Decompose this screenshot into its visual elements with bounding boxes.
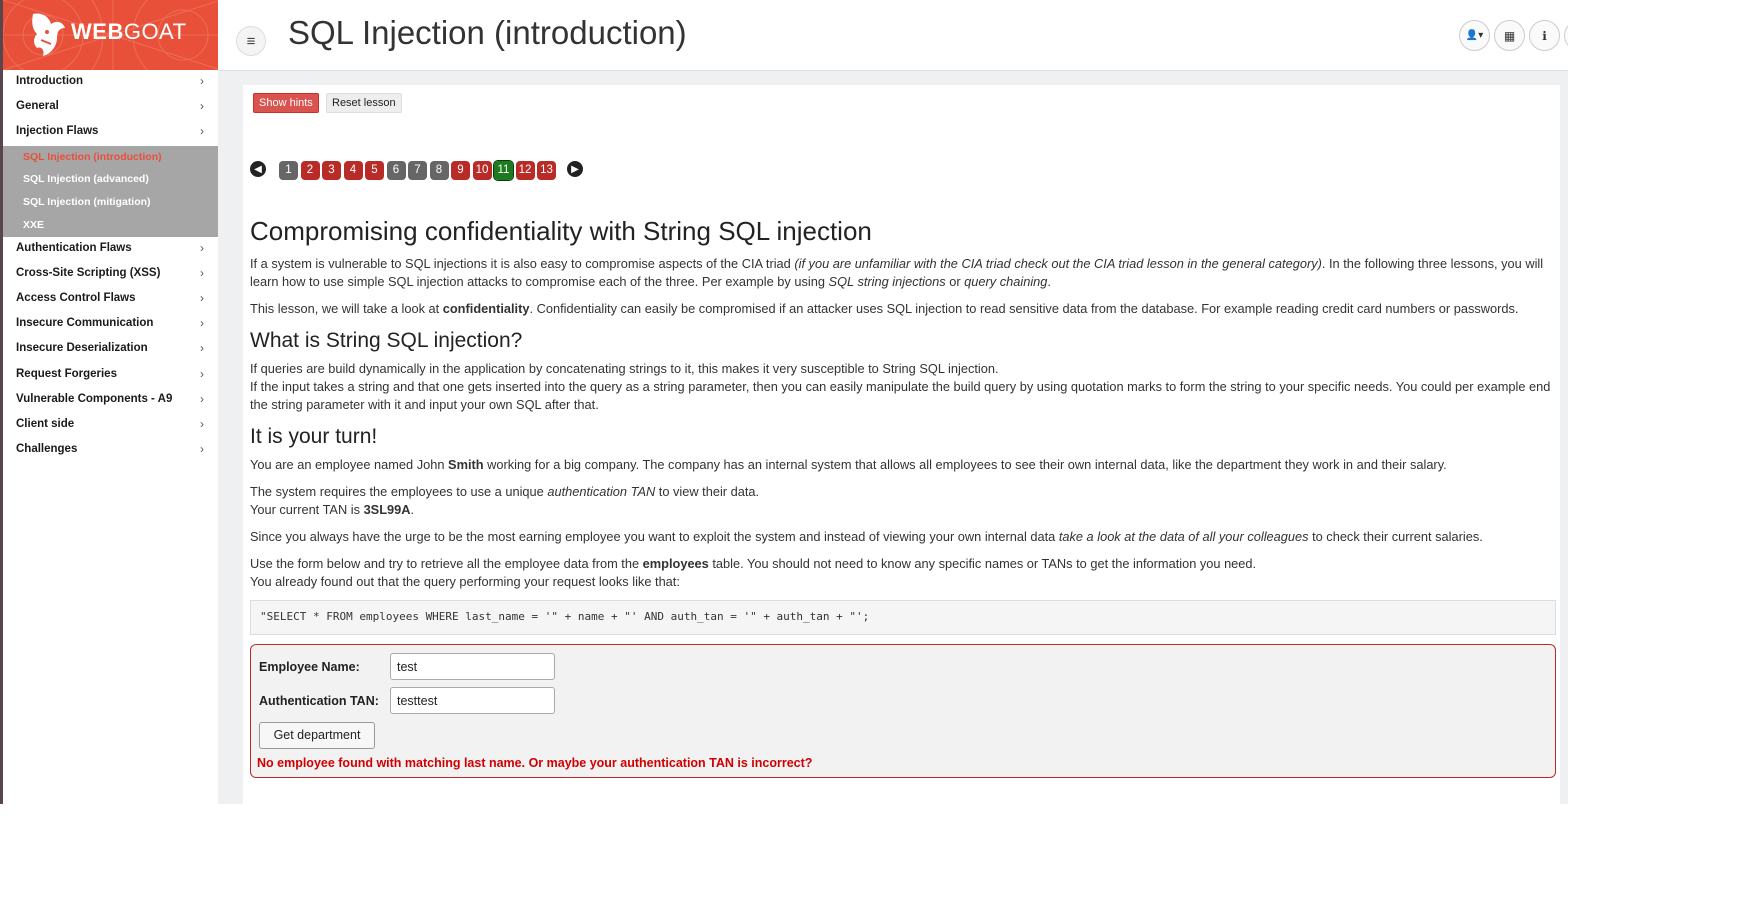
- app-shell: WEBGOAT Introduction › General › Injection…: [0, 0, 1568, 804]
- about-button[interactable]: ℹ: [1529, 20, 1560, 51]
- chevron-right-icon: ›: [200, 416, 204, 431]
- section-heading-what-is: What is String SQL injection?: [250, 329, 523, 352]
- get-department-button[interactable]: Get department: [259, 722, 375, 749]
- page-link-3[interactable]: 3: [322, 161, 341, 180]
- lesson-paragraph-string-injection: If queries are build dynamically in the …: [250, 361, 1551, 412]
- user-menu-button[interactable]: 👤▾: [1459, 20, 1490, 51]
- page-link-7[interactable]: 7: [408, 161, 427, 180]
- goat-logo-icon: [32, 13, 65, 56]
- user-icon: 👤▾: [1465, 30, 1484, 41]
- sidebar-item-injection-flaws[interactable]: Injection Flaws ›: [3, 120, 218, 145]
- show-hints-button[interactable]: Show hints: [253, 93, 319, 113]
- previous-page-arrow-icon[interactable]: ◀: [250, 161, 266, 177]
- query-code-block: "SELECT * FROM employees WHERE last_name…: [250, 600, 1556, 635]
- lesson-paragraph-urge: Since you always have the urge to be the…: [250, 529, 1483, 544]
- lesson-content: Compromising confidentiality with String…: [250, 216, 1556, 778]
- chevron-right-icon: ›: [200, 74, 204, 88]
- brand-name: WEBGOAT: [71, 19, 187, 44]
- submenu-item-sql-injection-mitigation[interactable]: SQL Injection (mitigation): [3, 191, 218, 214]
- reset-lesson-button[interactable]: Reset lesson: [326, 93, 402, 113]
- brand-header[interactable]: WEBGOAT: [3, 0, 218, 70]
- sidebar-item-general[interactable]: General ›: [3, 95, 218, 120]
- assignment-form: Employee Name: Authentication TAN: Get d…: [250, 644, 1556, 778]
- lesson-heading: Compromising confidentiality with String…: [250, 216, 872, 246]
- chevron-right-icon: ›: [200, 341, 204, 356]
- lesson-paragraph-tan: The system requires the employees to use…: [250, 484, 760, 517]
- submenu-item-sql-injection-intro[interactable]: SQL Injection (introduction): [3, 146, 218, 169]
- auth-tan-input[interactable]: [390, 687, 555, 714]
- chevron-right-icon: ›: [200, 99, 204, 114]
- page-title: SQL Injection (introduction): [288, 14, 687, 51]
- submenu-item-xxe[interactable]: XXE: [3, 214, 218, 237]
- injection-flaws-submenu: SQL Injection (introduction) SQL Injecti…: [3, 145, 218, 237]
- lesson-paragraph-form-intro: Use the form below and try to retrieve a…: [250, 556, 1257, 589]
- chevron-right-icon: ›: [200, 265, 204, 280]
- chevron-right-icon: ›: [200, 240, 204, 255]
- sidebar-item-xss[interactable]: Cross-Site Scripting (XSS) ›: [3, 262, 218, 287]
- sidebar-menu: Introduction › General › Injection Flaws › …: [3, 70, 218, 463]
- sidebar-item-authentication-flaws[interactable]: Authentication Flaws ›: [3, 237, 218, 262]
- hamburger-icon: ≡: [246, 32, 256, 50]
- sidebar-item-client-side[interactable]: Client side ›: [3, 413, 218, 438]
- section-heading-your-turn: It is your turn!: [250, 425, 378, 448]
- page-link-6[interactable]: 6: [386, 161, 406, 180]
- page-link-8[interactable]: 8: [429, 161, 449, 180]
- sidebar-item-introduction[interactable]: Introduction ›: [3, 70, 218, 95]
- sidebar-item-vulnerable-components[interactable]: Vulnerable Components - A9 ›: [3, 388, 218, 413]
- sidebar: WEBGOAT Introduction › General › Injection…: [0, 0, 218, 804]
- report-card-button[interactable]: ▦: [1494, 20, 1525, 51]
- chevron-right-icon: ›: [200, 442, 204, 457]
- page-link-5[interactable]: 5: [365, 161, 384, 180]
- chevron-right-icon: ›: [200, 366, 204, 381]
- page-link-11-current[interactable]: 11: [493, 160, 514, 181]
- sidebar-toggle-button[interactable]: ≡: [236, 26, 266, 56]
- page-link-9[interactable]: 9: [451, 161, 470, 180]
- lesson-paragraph-employee: You are an employee named John Smith wor…: [250, 457, 1447, 472]
- chevron-right-icon: ›: [200, 290, 204, 305]
- info-icon: ℹ: [1542, 28, 1547, 43]
- lesson-paragraph-confidentiality: This lesson, we will take a look at conf…: [250, 301, 1519, 316]
- error-message: No employee found with matching last nam…: [257, 756, 813, 770]
- chevron-right-icon: ›: [200, 316, 204, 331]
- sidebar-item-insecure-communication[interactable]: Insecure Communication ›: [3, 312, 218, 337]
- page-link-12[interactable]: 12: [515, 161, 535, 180]
- employee-name-input[interactable]: [390, 653, 555, 680]
- sidebar-item-access-control-flaws[interactable]: Access Control Flaws ›: [3, 287, 218, 312]
- sidebar-item-insecure-deserialization[interactable]: Insecure Deserialization ›: [3, 337, 218, 362]
- employee-name-label: Employee Name:: [259, 660, 360, 674]
- auth-tan-label: Authentication TAN:: [259, 694, 379, 708]
- page-link-13[interactable]: 13: [537, 161, 556, 180]
- page-link-2[interactable]: 2: [300, 161, 320, 180]
- lesson-paragraph-cia: If a system is vulnerable to SQL injecti…: [250, 256, 1544, 289]
- blank-area-right: [1568, 0, 1750, 897]
- chevron-right-icon: ›: [200, 124, 204, 139]
- sidebar-item-challenges[interactable]: Challenges ›: [3, 438, 218, 463]
- chevron-right-icon: ›: [200, 391, 204, 406]
- submenu-item-sql-injection-advanced[interactable]: SQL Injection (advanced): [3, 168, 218, 191]
- page-link-10[interactable]: 10: [472, 161, 492, 180]
- chart-icon: ▦: [1503, 28, 1516, 43]
- page-link-1[interactable]: 1: [279, 161, 298, 180]
- blank-area-bottom: [0, 804, 1568, 897]
- sidebar-item-request-forgeries[interactable]: Request Forgeries ›: [3, 363, 218, 388]
- lesson-panel: Show hints Reset lesson ◀ 1 2 3 4 5 6 7 …: [243, 85, 1560, 804]
- next-page-arrow-icon[interactable]: ▶: [567, 161, 583, 177]
- top-header: ≡ SQL Injection (introduction) 👤▾ ▦ ℹ: [218, 0, 1568, 71]
- page-link-4[interactable]: 4: [343, 161, 363, 180]
